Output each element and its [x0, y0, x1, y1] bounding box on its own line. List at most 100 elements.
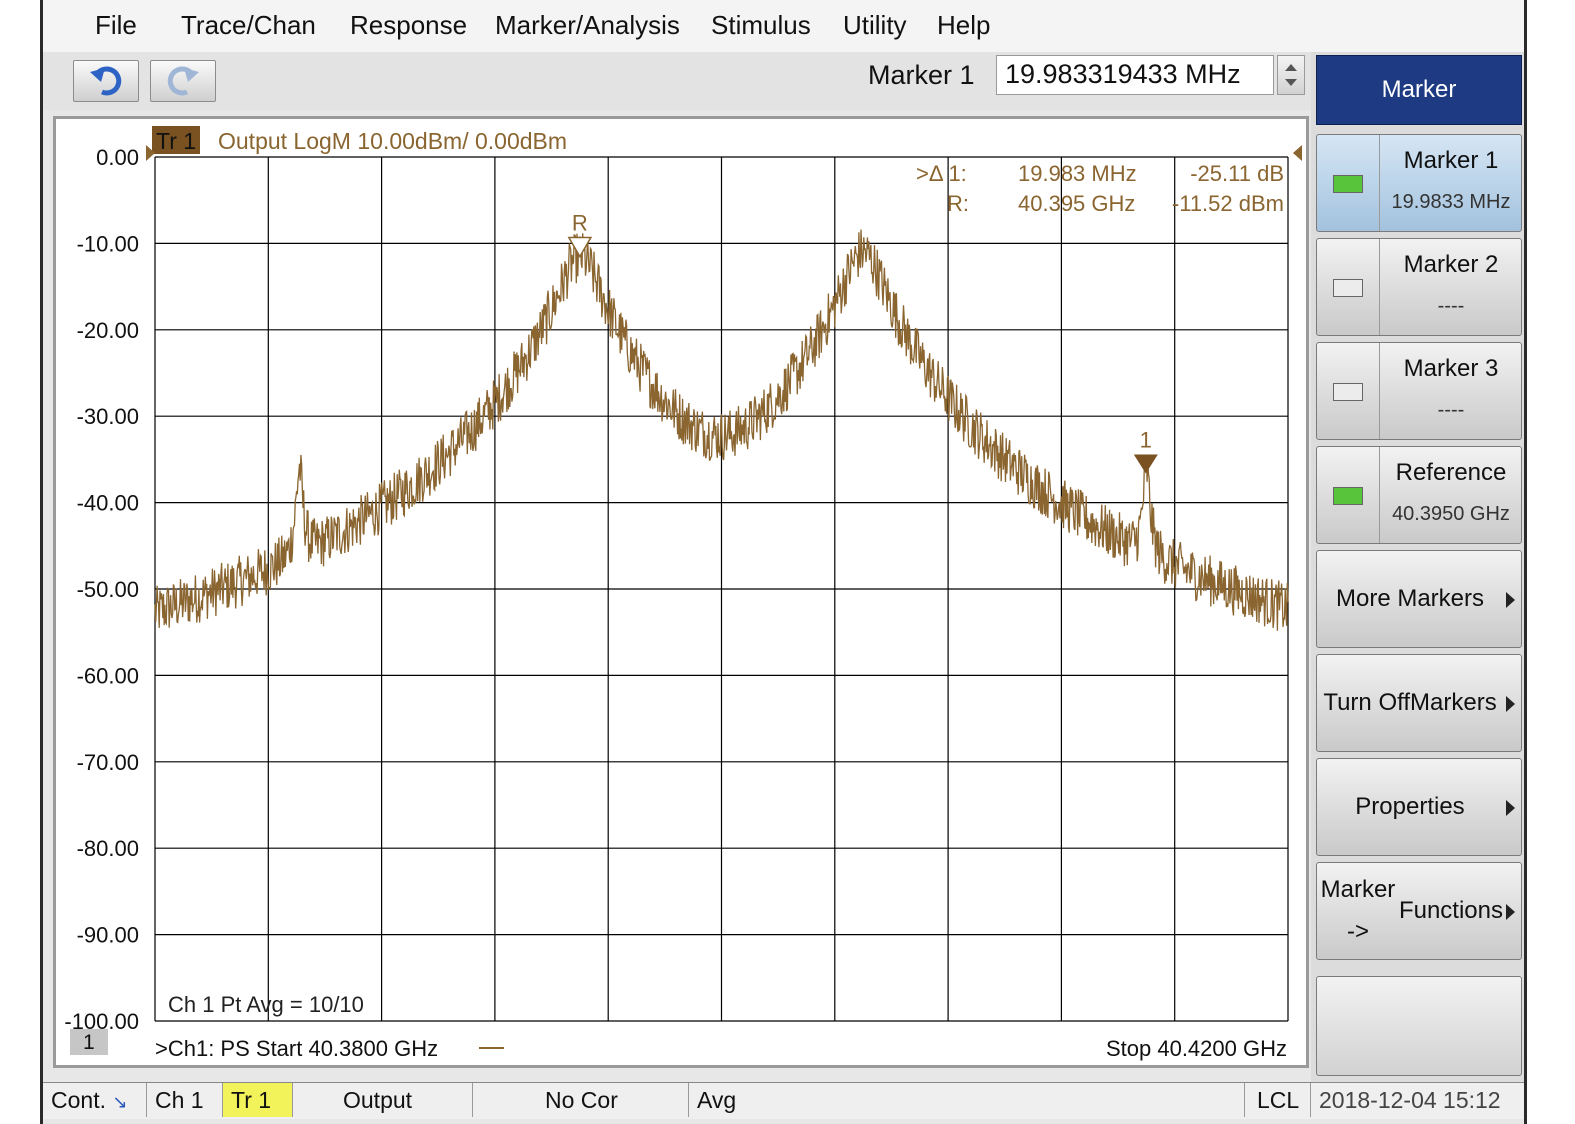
- readout-ref-prefix: R:: [947, 191, 969, 216]
- menu-response[interactable]: Response: [350, 10, 467, 41]
- redo-button[interactable]: [150, 60, 216, 102]
- reference-marker-label: R: [572, 211, 588, 236]
- toolbar: Marker 1 19.983319433 MHz: [43, 52, 1311, 110]
- marker-1-label: 1: [1140, 427, 1152, 452]
- redo-arrow-icon: [167, 66, 199, 96]
- trace-plot[interactable]: 0.00 -10.00 -20.00 -30.00 -40.00 -50.00 -60.00…: [56, 119, 1306, 1065]
- softkey-divider: [1379, 135, 1380, 231]
- graticule: [154, 156, 1289, 1022]
- y-tick-label: -40.00: [77, 491, 139, 516]
- averaging-label: Ch 1 Pt Avg = 10/10: [168, 992, 364, 1017]
- undo-button[interactable]: [73, 60, 139, 102]
- marker-entry-label: Marker 1: [868, 60, 975, 90]
- softkey-divider: [1379, 239, 1380, 335]
- status-trigger[interactable]: Cont. ↘: [43, 1083, 147, 1117]
- softkey-panel: Marker Marker 1 19.9833 MHz Marker 2 ---…: [1311, 52, 1524, 1082]
- trace-title: Output LogM 10.00dBm/ 0.00dBm: [218, 128, 567, 154]
- softkey-marker-3[interactable]: Marker 3 ----: [1316, 342, 1522, 440]
- status-cont-label: Cont.: [51, 1087, 106, 1113]
- readout-delta-value: -25.11 dB: [1190, 161, 1284, 186]
- marker-3-checkbox[interactable]: [1333, 383, 1363, 401]
- softkey-more-markers[interactable]: More Markers: [1316, 550, 1522, 648]
- softkey-marker-2-title: Marker 2: [1403, 251, 1499, 278]
- marker-1[interactable]: 1: [1133, 427, 1158, 474]
- readout-ref-value: -11.52 dBm: [1172, 191, 1284, 216]
- menu-file[interactable]: File: [95, 10, 137, 41]
- softkey-marker-functions-label: Marker -> Functions: [1317, 863, 1503, 959]
- channel-number: 1: [83, 1031, 95, 1054]
- marker-1-icon[interactable]: [1133, 454, 1158, 474]
- y-tick-label: -60.00: [77, 663, 139, 688]
- submenu-arrow-icon: [1506, 904, 1515, 920]
- y-axis-labels: 0.00 -10.00 -20.00 -30.00 -40.00 -50.00 -60.00…: [64, 145, 139, 1034]
- y-tick-label: -50.00: [77, 577, 139, 602]
- marker-1-checkbox[interactable]: [1333, 175, 1363, 193]
- softkey-properties[interactable]: Properties: [1316, 758, 1522, 856]
- y-tick-label: 0.00: [96, 145, 139, 170]
- softkey-marker-2-value: ----: [1437, 295, 1465, 317]
- y-tick-label: -80.00: [77, 836, 139, 861]
- readout-delta-prefix: >Δ 1:: [916, 161, 967, 186]
- softkey-marker-1-title: Marker 1: [1403, 147, 1499, 174]
- analyzer-window: File Trace/Chan Response Marker/Analysis…: [40, 0, 1527, 1124]
- softkey-divider: [1379, 447, 1380, 543]
- status-bar: Cont. ↘ Ch 1 Tr 1 Output No Cor Avg LCL …: [43, 1082, 1524, 1119]
- spin-down-icon[interactable]: [1285, 79, 1297, 86]
- softkey-turn-off-markers[interactable]: Turn Off Markers: [1316, 654, 1522, 752]
- marker-2-checkbox[interactable]: [1333, 279, 1363, 297]
- status-datetime: 2018-12-04 15:12: [1319, 1087, 1501, 1113]
- y-tick-label: -10.00: [77, 231, 139, 256]
- trace-badge[interactable]: Tr 1: [156, 128, 196, 154]
- y-tick-label: -70.00: [77, 750, 139, 775]
- readout-delta-freq: 19.983 MHz: [1018, 161, 1137, 186]
- softkey-divider: [1379, 343, 1380, 439]
- sweep-icon: ↘: [112, 1092, 128, 1112]
- softkey-turn-off-label: Turn Off Markers: [1317, 655, 1503, 751]
- softkey-marker-2[interactable]: Marker 2 ----: [1316, 238, 1522, 336]
- submenu-arrow-icon: [1506, 592, 1515, 608]
- softkey-marker-functions[interactable]: Marker -> Functions: [1316, 862, 1522, 960]
- status-averaging: Avg: [689, 1083, 1245, 1117]
- stop-frequency-label: Stop 40.4200 GHz: [1106, 1036, 1287, 1061]
- undo-arrow-icon: [90, 66, 122, 96]
- status-lcl: LCL: [1245, 1083, 1311, 1117]
- softkey-properties-label: Properties: [1355, 793, 1465, 820]
- softkey-blank[interactable]: [1316, 976, 1522, 1076]
- softkey-reference-title: Reference: [1395, 459, 1507, 486]
- readout-ref-freq: 40.395 GHz: [1018, 191, 1135, 216]
- softkey-reference[interactable]: Reference 40.3950 GHz: [1316, 446, 1522, 544]
- menu-bar: File Trace/Chan Response Marker/Analysis…: [43, 0, 1524, 52]
- start-frequency-label: >Ch1: PS Start 40.3800 GHz: [155, 1036, 438, 1061]
- status-output: Output: [293, 1083, 473, 1117]
- softkey-marker-3-value: ----: [1437, 399, 1465, 421]
- menu-help[interactable]: Help: [937, 10, 990, 41]
- softkey-marker-3-title: Marker 3: [1403, 355, 1499, 382]
- turn-off-line-2: Markers: [1410, 689, 1497, 716]
- marker-functions-line-2: Functions: [1398, 897, 1503, 924]
- softkey-reference-value: 40.3950 GHz: [1392, 503, 1510, 525]
- marker-value-input[interactable]: 19.983319433 MHz: [996, 55, 1274, 95]
- status-trace[interactable]: Tr 1: [223, 1083, 293, 1117]
- status-channel[interactable]: Ch 1: [147, 1083, 223, 1117]
- y-tick-label: -90.00: [77, 923, 139, 948]
- status-correction: No Cor: [473, 1083, 689, 1117]
- spin-up-icon[interactable]: [1285, 64, 1297, 71]
- softkey-marker-1[interactable]: Marker 1 19.9833 MHz: [1316, 134, 1522, 232]
- y-tick-label: -20.00: [77, 318, 139, 343]
- marker-value-spinner[interactable]: [1277, 55, 1305, 95]
- trace-display: 0.00 -10.00 -20.00 -30.00 -40.00 -50.00 -60.00…: [53, 116, 1309, 1068]
- turn-off-line-1: Turn Off: [1323, 689, 1411, 716]
- ref-level-right-icon: [1293, 145, 1302, 161]
- submenu-arrow-icon: [1506, 800, 1515, 816]
- marker-functions-line-1: Marker ->: [1320, 876, 1396, 945]
- softkey-header: Marker: [1316, 55, 1522, 125]
- reference-checkbox[interactable]: [1333, 487, 1363, 505]
- menu-stimulus[interactable]: Stimulus: [711, 10, 811, 41]
- softkey-marker-1-value: 19.9833 MHz: [1391, 191, 1511, 213]
- menu-trace-chan[interactable]: Trace/Chan: [181, 10, 316, 41]
- menu-utility[interactable]: Utility: [843, 10, 907, 41]
- submenu-arrow-icon: [1506, 696, 1515, 712]
- y-tick-label: -30.00: [77, 404, 139, 429]
- softkey-more-markers-label: More Markers: [1335, 585, 1485, 612]
- menu-marker-analysis[interactable]: Marker/Analysis: [495, 10, 680, 41]
